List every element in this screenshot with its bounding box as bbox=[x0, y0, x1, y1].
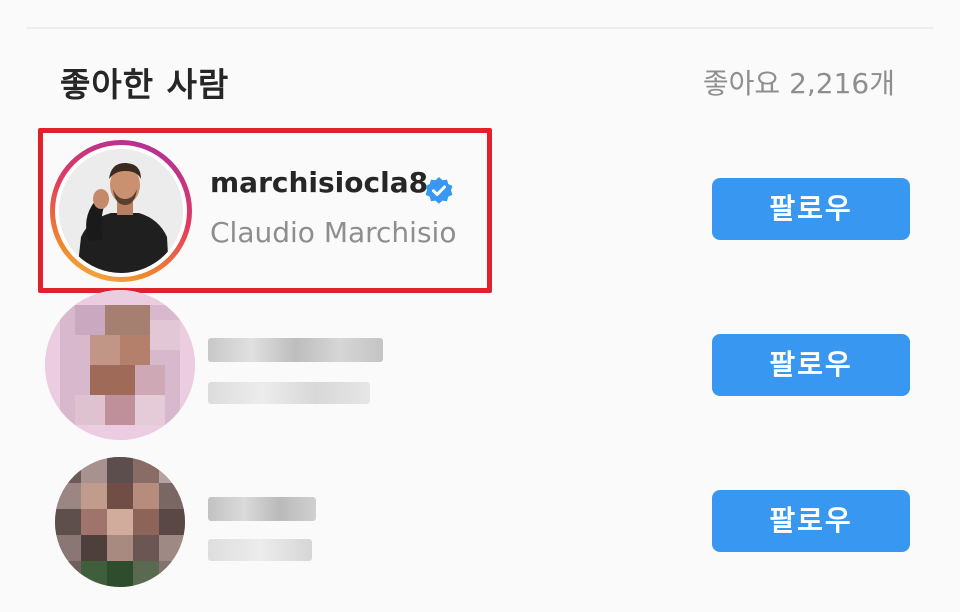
pixelated-avatar bbox=[45, 290, 195, 440]
follow-button[interactable]: 팔로우 bbox=[712, 178, 910, 240]
fullname-redacted bbox=[208, 539, 312, 561]
page-title: 좋아한 사람 bbox=[60, 65, 230, 104]
avatar[interactable] bbox=[45, 290, 195, 440]
follow-button[interactable]: 팔로우 bbox=[712, 490, 910, 552]
list-item[interactable]: 팔로우 bbox=[0, 455, 960, 605]
likes-count: 좋아요 2,216개 bbox=[702, 67, 895, 100]
list-item[interactable]: 팔로우 bbox=[0, 290, 960, 440]
highlight-box bbox=[38, 128, 492, 293]
username-redacted bbox=[208, 338, 383, 362]
follow-button[interactable]: 팔로우 bbox=[712, 334, 910, 396]
top-divider bbox=[26, 27, 934, 29]
fullname-redacted bbox=[208, 382, 370, 404]
username-redacted bbox=[208, 497, 316, 521]
avatar[interactable] bbox=[55, 457, 185, 587]
pixelated-avatar bbox=[55, 457, 185, 587]
